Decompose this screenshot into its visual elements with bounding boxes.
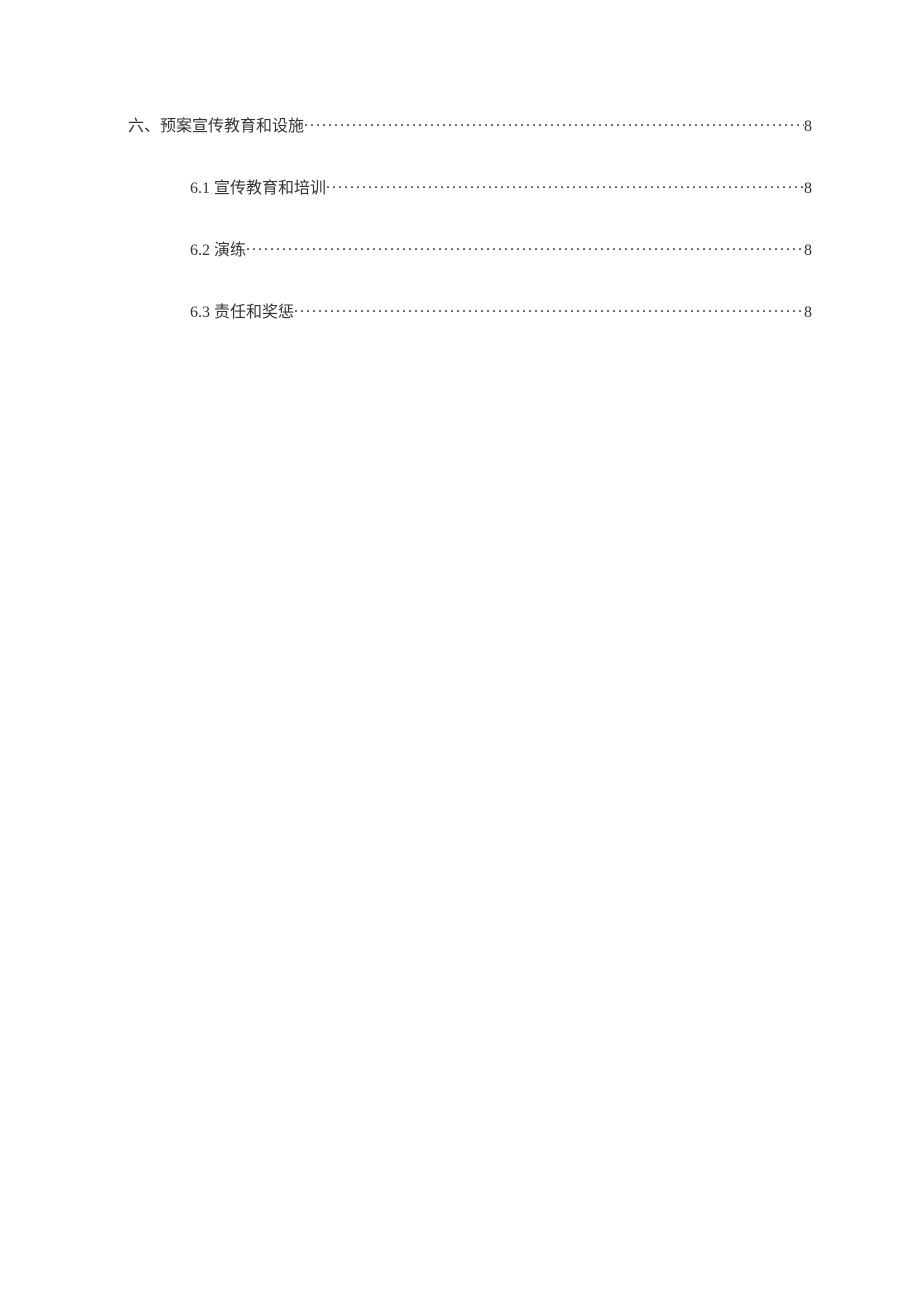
- toc-subsection-label: 6.3 责任和奖惩: [190, 298, 294, 322]
- toc-leader: [304, 115, 804, 131]
- toc-subsection-page: 8: [804, 180, 812, 198]
- toc-section-label: 六、预案宣传教育和设施: [128, 112, 304, 136]
- toc-section-entry: 六、预案宣传教育和设施 8: [128, 112, 812, 136]
- toc-leader: [246, 239, 804, 255]
- toc-subsection-page: 8: [804, 304, 812, 322]
- toc-subsection-entry: 6.3 责任和奖惩 8: [190, 298, 812, 322]
- toc-leader: [294, 301, 804, 317]
- toc-subsection-label: 6.1 宣传教育和培训: [190, 174, 326, 198]
- toc-subsection-page: 8: [804, 242, 812, 260]
- toc-subsection-entry: 6.1 宣传教育和培训 8: [190, 174, 812, 198]
- toc-leader: [326, 177, 804, 193]
- toc-subsection-entry: 6.2 演练 8: [190, 236, 812, 260]
- toc-section-page: 8: [804, 118, 812, 136]
- toc-subsection-label: 6.2 演练: [190, 236, 246, 260]
